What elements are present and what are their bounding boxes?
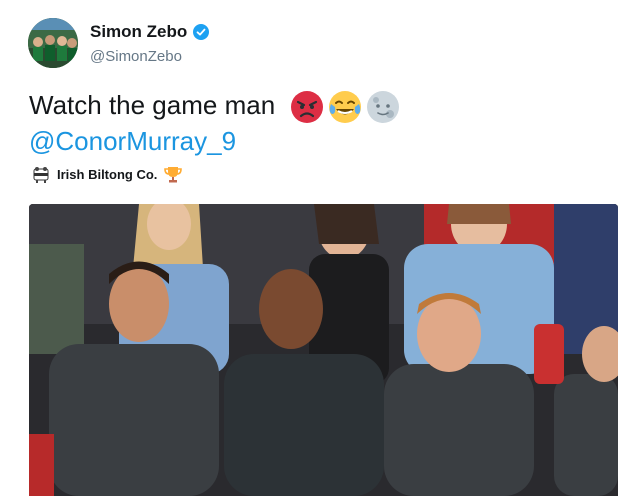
tweet-text: Watch the game man: [29, 87, 400, 124]
trophy-icon: [163, 164, 183, 184]
tweet: Simon Zebo @SimonZebo Watch the game man: [0, 0, 630, 496]
mention-link[interactable]: @ConorMurray_9: [29, 123, 236, 159]
author-display-name[interactable]: Simon Zebo: [90, 22, 187, 42]
team-photo-avatar-icon: [28, 18, 78, 68]
moon-face-icon: [366, 90, 400, 124]
sponsor-row[interactable]: Irish Biltong Co.: [31, 164, 183, 184]
verified-badge-icon: [193, 24, 210, 40]
author-handle[interactable]: @SimonZebo: [90, 48, 182, 65]
tweet-media-video[interactable]: [29, 204, 618, 496]
tears-of-joy-icon: [328, 90, 362, 124]
sponsor-label[interactable]: Irish Biltong Co.: [57, 167, 157, 182]
avatar[interactable]: [28, 18, 78, 68]
emoji-row: [290, 90, 400, 124]
author-name-row[interactable]: Simon Zebo: [90, 22, 210, 42]
crowd-video-frame-icon: [29, 204, 618, 496]
angry-face-icon: [290, 90, 324, 124]
tweet-text-body: Watch the game man: [29, 90, 276, 120]
biltong-logo-icon: [31, 164, 51, 184]
